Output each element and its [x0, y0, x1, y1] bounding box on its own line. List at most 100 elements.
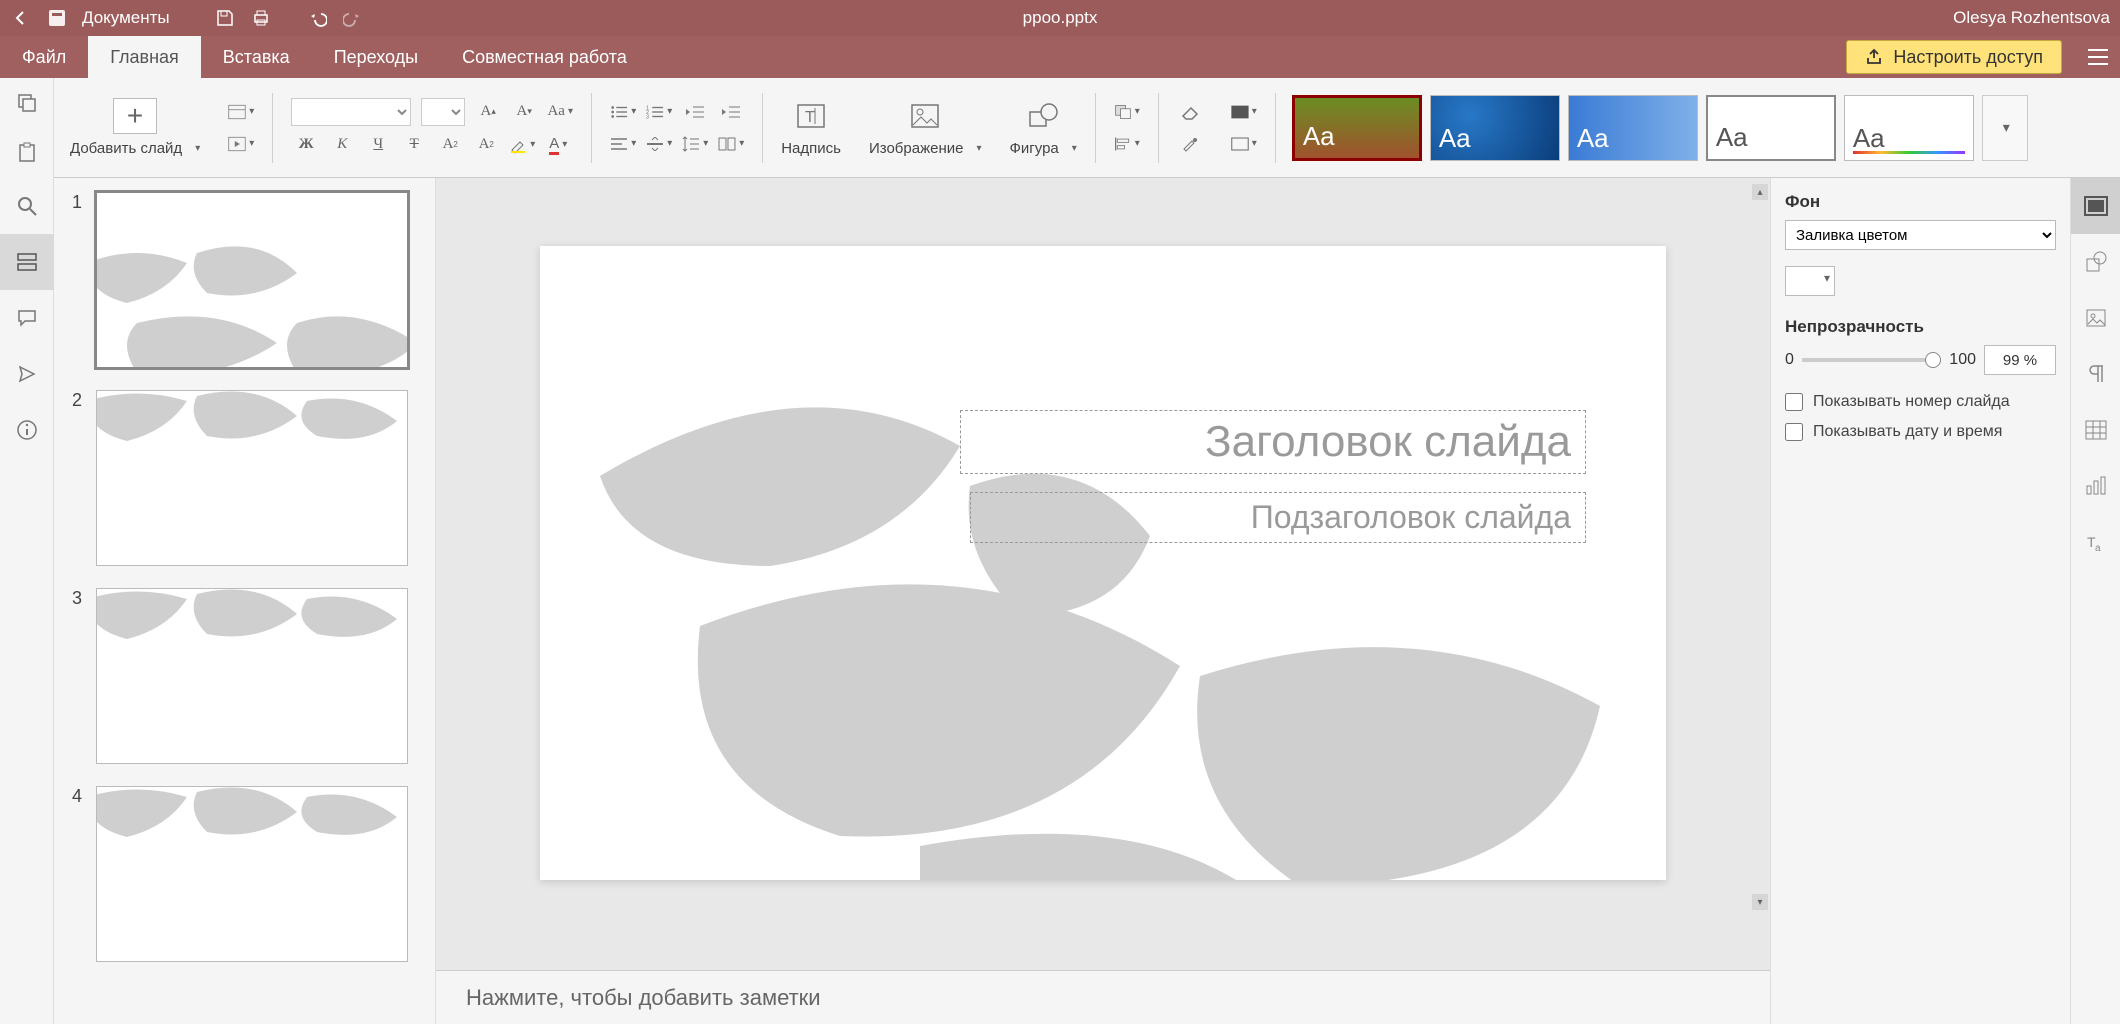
opacity-heading: Непрозрачность	[1785, 317, 2056, 337]
slide-thumb-4[interactable]	[96, 786, 408, 962]
increase-font-icon[interactable]: A▴	[475, 99, 501, 125]
save-icon[interactable]	[214, 7, 236, 29]
bullets-icon[interactable]: ▾	[610, 99, 636, 125]
indent-icon[interactable]	[718, 99, 744, 125]
chart-settings-icon[interactable]	[2071, 458, 2120, 514]
theme-more-button[interactable]: ▾	[1982, 95, 2028, 161]
eraser-icon[interactable]	[1177, 99, 1203, 125]
left-sidebar	[0, 178, 54, 1024]
app-name: Документы	[82, 8, 170, 28]
theme-2[interactable]: Aa	[1430, 95, 1560, 161]
opacity-input[interactable]: 99 %	[1984, 345, 2056, 375]
right-sidebar: Ta	[2070, 178, 2120, 1024]
redo-icon[interactable]	[342, 7, 364, 29]
thumb-number: 3	[72, 588, 86, 764]
tab-home[interactable]: Главная	[88, 36, 201, 78]
opacity-slider[interactable]	[1802, 358, 1941, 362]
main: 1 2 3 4	[0, 178, 2120, 1024]
outdent-icon[interactable]	[682, 99, 708, 125]
theme-3[interactable]: Aa	[1568, 95, 1698, 161]
paragraph-settings-icon[interactable]	[2071, 346, 2120, 402]
decrease-font-icon[interactable]: A▾	[511, 99, 537, 125]
show-slide-number-checkbox[interactable]: Показывать номер слайда	[1785, 393, 2056, 411]
checkbox-label: Показывать дату и время	[1813, 423, 2002, 441]
back-icon[interactable]	[10, 7, 32, 29]
scroll-up-icon[interactable]: ▴	[1752, 184, 1768, 200]
tab-transitions[interactable]: Переходы	[312, 36, 440, 78]
slide-thumb-2[interactable]	[96, 390, 408, 566]
info-icon[interactable]	[0, 402, 54, 458]
notes-area[interactable]: Нажмите, чтобы добавить заметки	[436, 970, 1770, 1024]
underline-icon[interactable]: Ч	[365, 132, 391, 158]
bold-icon[interactable]: Ж	[293, 132, 319, 158]
table-settings-icon[interactable]	[2071, 402, 2120, 458]
theme-label: Aa	[1716, 122, 1748, 153]
slideshow-button[interactable]: ▾	[228, 131, 254, 157]
textart-settings-icon[interactable]: Ta	[2071, 514, 2120, 570]
line-spacing-icon[interactable]: ▾	[682, 131, 708, 157]
slide-thumb-3[interactable]	[96, 588, 408, 764]
share-button[interactable]: Настроить доступ	[1846, 40, 2062, 74]
svg-text:3: 3	[646, 114, 649, 120]
vertical-scrollbar[interactable]: ▴ ▾	[1752, 184, 1768, 910]
subtitle-placeholder[interactable]: Подзаголовок слайда	[970, 492, 1586, 543]
strikethrough-icon[interactable]: T	[401, 132, 427, 158]
align-v-icon[interactable]: ▾	[646, 131, 672, 157]
arrange-icon[interactable]: ▾	[1114, 99, 1140, 125]
layout-button[interactable]: ▾	[228, 99, 254, 125]
paste-icon[interactable]	[16, 142, 38, 164]
image-label: Изображение	[869, 140, 964, 157]
slide-fill-icon[interactable]: ▾	[1231, 99, 1257, 125]
image-settings-icon[interactable]	[2071, 290, 2120, 346]
feedback-icon[interactable]	[0, 346, 54, 402]
highlight-icon[interactable]: ▾	[509, 132, 535, 158]
image-button[interactable]: Изображение▾	[869, 98, 982, 157]
add-slide-button[interactable]: + Добавить слайд▾	[70, 98, 200, 157]
user-name[interactable]: Olesya Rozhentsova	[1953, 8, 2110, 28]
shape-settings-icon[interactable]	[2071, 234, 2120, 290]
comments-icon[interactable]	[0, 290, 54, 346]
properties-panel: Фон Заливка цветом Непрозрачность 0 100 …	[1770, 178, 2070, 1024]
superscript-icon[interactable]: A2	[437, 132, 463, 158]
numbering-icon[interactable]: 123▾	[646, 99, 672, 125]
copy-icon[interactable]	[16, 92, 38, 114]
font-color-icon[interactable]: A▾	[545, 132, 571, 158]
menu-icon[interactable]	[2076, 36, 2120, 78]
textbox-button[interactable]: T Надпись	[781, 98, 841, 157]
slide-canvas[interactable]: Заголовок слайда Подзаголовок слайда	[540, 246, 1666, 880]
theme-5[interactable]: Aa	[1844, 95, 1974, 161]
checkbox[interactable]	[1785, 393, 1803, 411]
font-family-select[interactable]	[291, 98, 411, 126]
opacity-min: 0	[1785, 351, 1794, 369]
align-objects-icon[interactable]: ▾	[1114, 131, 1140, 157]
theme-4[interactable]: Aa	[1706, 95, 1836, 161]
color-swatch[interactable]	[1785, 266, 1835, 296]
slide-settings-icon[interactable]	[2071, 178, 2120, 234]
tab-file[interactable]: Файл	[0, 36, 88, 78]
shape-button[interactable]: Фигура▾	[1010, 98, 1077, 157]
slides-panel-icon[interactable]	[0, 234, 54, 290]
italic-icon[interactable]: К	[329, 132, 355, 158]
undo-icon[interactable]	[306, 7, 328, 29]
theme-1[interactable]: Aa	[1292, 95, 1422, 161]
color-picker-icon[interactable]	[1177, 131, 1203, 157]
tab-insert[interactable]: Вставка	[201, 36, 312, 78]
filename: ppoo.pptx	[1023, 8, 1098, 28]
font-size-select[interactable]	[421, 98, 465, 126]
slide-thumb-1[interactable]	[96, 192, 408, 368]
change-case-icon[interactable]: Aa▾	[547, 99, 573, 125]
scroll-down-icon[interactable]: ▾	[1752, 894, 1768, 910]
slide-size-icon[interactable]: ▾	[1231, 131, 1257, 157]
show-date-checkbox[interactable]: Показывать дату и время	[1785, 423, 2056, 441]
align-h-icon[interactable]: ▾	[610, 131, 636, 157]
checkbox[interactable]	[1785, 423, 1803, 441]
slide-thumbnails: 1 2 3 4	[54, 178, 436, 1024]
title-placeholder[interactable]: Заголовок слайда	[960, 410, 1586, 474]
search-icon[interactable]	[0, 178, 54, 234]
subscript-icon[interactable]: A2	[473, 132, 499, 158]
print-icon[interactable]	[250, 7, 272, 29]
columns-icon[interactable]: ▾	[718, 131, 744, 157]
tab-collaboration[interactable]: Совместная работа	[440, 36, 649, 78]
opacity-value: 99 %	[2003, 352, 2037, 369]
fill-type-select[interactable]: Заливка цветом	[1785, 220, 2056, 250]
